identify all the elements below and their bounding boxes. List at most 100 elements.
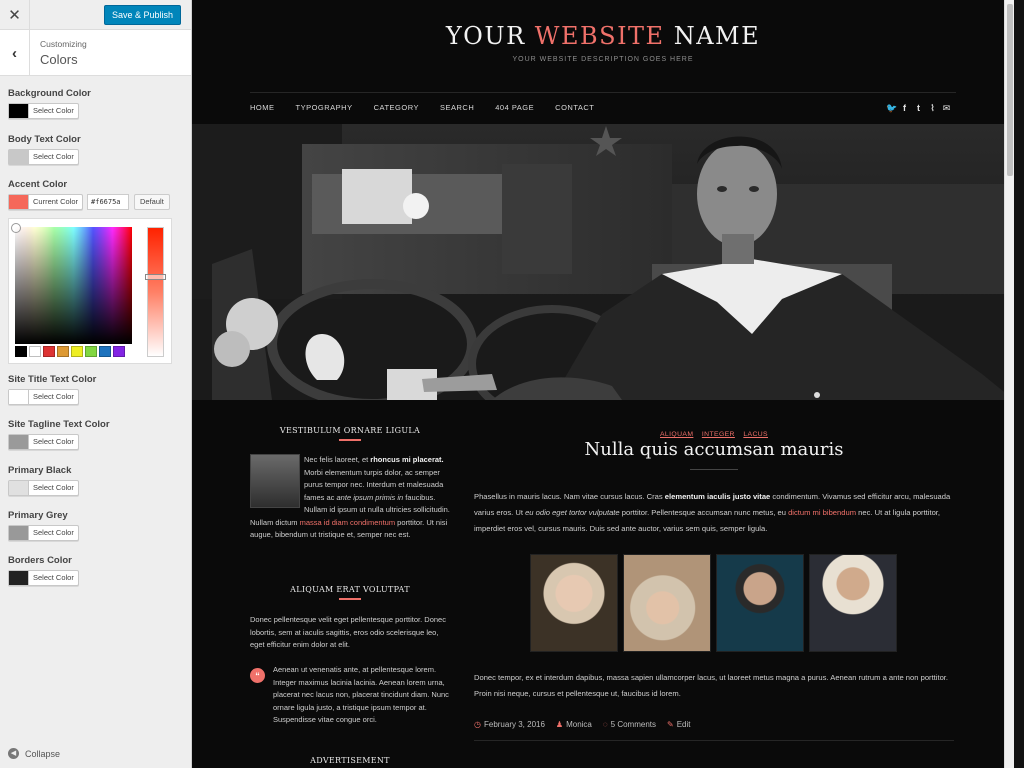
nav-item-404-page[interactable]: 404 PAGE	[495, 103, 534, 112]
control-label: Primary Black	[8, 465, 72, 476]
slider-dot[interactable]	[814, 392, 820, 398]
post-gallery	[530, 554, 897, 652]
post-text-d: eu odio eget tortor vulputate	[525, 508, 620, 517]
gallery-image-4[interactable]	[809, 554, 897, 652]
breadcrumb: Customizing	[40, 39, 87, 49]
tumblr-icon[interactable]: t	[914, 102, 923, 114]
post-edit[interactable]: Edit	[677, 720, 691, 729]
palette-swatch[interactable]	[57, 346, 69, 357]
category-integer[interactable]: INTEGER	[702, 431, 735, 438]
select-color-button[interactable]: Select Color	[8, 525, 79, 541]
nav-item-search[interactable]: SEARCH	[440, 103, 474, 112]
category-lacus[interactable]: LACUS	[743, 431, 768, 438]
post-author[interactable]: Monica	[566, 720, 592, 729]
select-color-button[interactable]: Select Color	[8, 480, 79, 496]
select-color-button[interactable]: Select Color	[8, 434, 79, 450]
site-title-part3: NAME	[673, 22, 761, 50]
social-icons: 🐦 f t ⌇ ✉	[886, 102, 951, 114]
email-icon[interactable]: ✉	[942, 102, 951, 114]
palette-swatch[interactable]	[99, 346, 111, 357]
post-title-underline	[690, 469, 738, 470]
gallery-image-2[interactable]	[623, 554, 711, 652]
twitter-icon[interactable]: 🐦	[886, 102, 897, 114]
post-text-e: porttitor. Pellentesque accumsan nunc me…	[619, 508, 789, 517]
close-icon[interactable]: ✕	[0, 0, 30, 30]
site-title-part1: YOUR	[445, 22, 526, 50]
widget-link[interactable]: massa id diam condimentum	[300, 518, 395, 527]
hero-photo	[192, 124, 1014, 400]
palette-swatch[interactable]	[113, 346, 125, 357]
select-color-button[interactable]: Select Color	[8, 570, 79, 586]
post-paragraph-1: Phasellus in mauris lacus. Nam vitae cur…	[474, 489, 956, 537]
nav-item-category[interactable]: CATEGORY	[374, 103, 419, 112]
section-header: ‹ Customizing Colors	[0, 30, 191, 76]
widget-title-aliquam: ALIQUAM ERAT VOLUTPAT	[290, 585, 410, 594]
chevron-left-icon[interactable]: ‹	[0, 30, 30, 76]
select-color-button[interactable]: Select Color	[8, 103, 79, 119]
post-link[interactable]: dictum mi bibendum	[788, 508, 856, 517]
site-preview: YOUR WEBSITE NAME YOUR WEBSITE DESCRIPTI…	[192, 0, 1014, 768]
widget-title-underline	[339, 439, 361, 441]
select-color-button[interactable]: Select Color	[8, 149, 79, 165]
color-swatch	[9, 571, 29, 585]
control-label: Primary Grey	[8, 510, 68, 521]
color-swatch	[9, 435, 29, 449]
scrollbar-thumb[interactable]	[1007, 4, 1013, 176]
widget-thumbnail[interactable]	[250, 454, 300, 508]
category-aliquam[interactable]: ALIQUAM	[660, 431, 693, 438]
default-button[interactable]: Default	[134, 194, 170, 210]
select-color-label: Select Color	[33, 528, 74, 537]
hero-slider-image[interactable]	[192, 124, 1014, 400]
control-site-tagline-text-color: Site Tagline Text Color Select Color	[8, 419, 110, 450]
nav-item-home[interactable]: HOME	[250, 103, 275, 112]
palette-swatch[interactable]	[15, 346, 27, 357]
post-date[interactable]: February 3, 2016	[484, 720, 545, 729]
hue-slider[interactable]	[145, 227, 166, 357]
collapse-button[interactable]: ◀ Collapse	[8, 748, 60, 759]
preview-scrollbar[interactable]	[1004, 0, 1014, 768]
color-swatch	[9, 150, 29, 164]
control-label: Site Title Text Color	[8, 374, 97, 385]
widget-text-d: ante ipsum primis in	[336, 492, 404, 502]
hex-input[interactable]: #f6675a	[87, 194, 130, 210]
gallery-image-3[interactable]	[716, 554, 804, 652]
site-title[interactable]: YOUR WEBSITE NAME	[192, 22, 1014, 50]
widget-text-vestibulum: Nec felis laoreet, et rhoncus mi placera…	[250, 454, 450, 542]
control-background-color: Background Color Select Color	[8, 88, 91, 119]
main-nav: HOME TYPOGRAPHY CATEGORY SEARCH 404 PAGE…	[250, 103, 615, 112]
color-swatch	[9, 481, 29, 495]
facebook-icon[interactable]: f	[900, 102, 909, 114]
user-icon: ♟	[555, 720, 564, 729]
select-color-button[interactable]: Select Color	[8, 389, 79, 405]
nav-divider	[250, 92, 956, 93]
color-swatch	[9, 104, 29, 118]
post-meta: ◷ February 3, 2016 ♟ Monica ◌ 5 Comments ✎ E…	[474, 720, 702, 729]
palette-swatch[interactable]	[43, 346, 55, 357]
widget-text-b: rhoncus mi placerat.	[370, 455, 444, 464]
post-comments[interactable]: 5 Comments	[611, 720, 656, 729]
control-primary-grey: Primary Grey Select Color	[8, 510, 79, 541]
palette-swatch[interactable]	[85, 346, 97, 357]
section-title: Colors	[40, 52, 78, 67]
select-color-label: Select Color	[33, 152, 74, 161]
control-primary-black: Primary Black Select Color	[8, 465, 79, 496]
select-color-label: Select Color	[33, 573, 74, 582]
palette-swatch[interactable]	[71, 346, 83, 357]
palette-swatch[interactable]	[29, 346, 41, 357]
nav-item-typography[interactable]: TYPOGRAPHY	[296, 103, 353, 112]
select-color-label: Select Color	[33, 392, 74, 401]
customizer-sidebar: ✕ Save & Publish ‹ Customizing Colors Ba…	[0, 0, 192, 768]
rss-icon[interactable]: ⌇	[928, 102, 937, 114]
save-publish-button[interactable]: Save & Publish	[103, 5, 181, 25]
hue-slider-handle[interactable]	[145, 274, 166, 280]
current-color-button[interactable]: Current Color	[8, 194, 84, 210]
control-label: Accent Color	[8, 179, 68, 190]
widget-title-vestibulum: VESTIBULUM ORNARE LIGULA	[279, 426, 421, 435]
nav-item-contact[interactable]: CONTACT	[555, 103, 594, 112]
post-title[interactable]: Nulla quis accumsan mauris	[474, 439, 954, 460]
gallery-image-1[interactable]	[530, 554, 618, 652]
saturation-handle[interactable]	[11, 223, 21, 233]
saturation-square[interactable]	[11, 223, 132, 344]
collapse-icon: ◀	[8, 748, 19, 759]
control-borders-color: Borders Color Select Color	[8, 555, 79, 586]
